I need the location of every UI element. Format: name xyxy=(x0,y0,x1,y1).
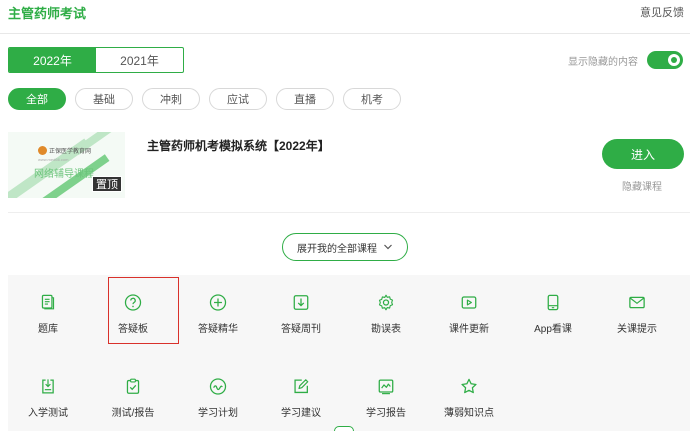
divider xyxy=(8,212,690,213)
tool-app-watch[interactable]: App看课 xyxy=(513,275,593,335)
tab-year-2021[interactable]: 2021年 xyxy=(96,48,183,72)
category-filters: 全部 基础 冲刺 应试 直播 机考 xyxy=(8,88,401,110)
filter-computer-test[interactable]: 机考 xyxy=(343,88,401,110)
expand-courses-button[interactable]: 展开我的全部课程 xyxy=(282,233,408,261)
tool-courseware-update[interactable]: 课件更新 xyxy=(429,275,509,335)
expand-label: 展开我的全部课程 xyxy=(297,243,377,255)
tool-test-report[interactable]: 测试/报告 xyxy=(93,359,173,419)
feedback-link[interactable]: 意见反馈 xyxy=(640,4,684,20)
thumb-text: 网络辅导课程 xyxy=(34,169,94,180)
thumb-logo: 正保医学教育网 xyxy=(38,146,91,155)
play-box-icon xyxy=(461,296,477,309)
tool-question-bank[interactable]: 题库 xyxy=(8,275,88,335)
tool-close-course-notice[interactable]: 关课提示 xyxy=(597,275,677,335)
header: 主管药师考试 意见反馈 xyxy=(0,0,690,34)
report-chart-icon xyxy=(378,379,394,395)
plus-circle-icon xyxy=(209,294,227,311)
filter-all[interactable]: 全部 xyxy=(8,88,66,110)
filter-basic[interactable]: 基础 xyxy=(75,88,133,110)
tool-label: 学习计划 xyxy=(198,408,238,419)
highlight-box xyxy=(108,277,179,344)
tool-label: 学习建议 xyxy=(281,408,321,419)
tool-errata[interactable]: 勘误表 xyxy=(346,275,426,335)
filter-sprint[interactable]: 冲刺 xyxy=(142,88,200,110)
tool-qa-essence[interactable]: 答疑精华 xyxy=(178,275,258,335)
scroll-more-indicator[interactable] xyxy=(334,426,354,431)
show-hidden-toggle[interactable] xyxy=(647,51,683,69)
gear-icon xyxy=(378,294,394,311)
tool-entry-test[interactable]: 入学测试 xyxy=(8,359,88,419)
logo-icon xyxy=(38,146,47,155)
tool-label: 入学测试 xyxy=(28,408,68,419)
tool-label: 题库 xyxy=(38,324,58,335)
tool-label: 测试/报告 xyxy=(111,408,155,419)
year-tabs: 2022年 2021年 xyxy=(8,47,184,73)
filter-exam[interactable]: 应试 xyxy=(209,88,267,110)
thumb-url: www.med66.com xyxy=(38,157,69,162)
tab-year-2022[interactable]: 2022年 xyxy=(9,48,96,72)
tool-study-report[interactable]: 学习报告 xyxy=(346,359,426,419)
page-title: 主管药师考试 xyxy=(8,6,87,21)
wave-circle-icon xyxy=(209,378,227,395)
show-hidden-label: 显示隐藏的内容 xyxy=(568,57,638,68)
tool-label: 薄弱知识点 xyxy=(444,408,494,419)
tool-label: 答疑周刊 xyxy=(281,324,321,335)
enter-button[interactable]: 进入 xyxy=(602,139,684,169)
tool-label: 课件更新 xyxy=(449,324,489,335)
hide-course-link[interactable]: 隐藏课程 xyxy=(622,178,662,193)
tool-label: 关课提示 xyxy=(617,324,657,335)
toggle-knob xyxy=(668,54,680,66)
star-icon xyxy=(461,378,477,394)
tool-label: 勘误表 xyxy=(371,324,401,335)
tool-label: App看课 xyxy=(534,324,572,335)
entry-test-icon xyxy=(42,379,54,394)
tool-qa-weekly[interactable]: 答疑周刊 xyxy=(261,275,341,335)
tool-weak-points[interactable]: 薄弱知识点 xyxy=(429,359,509,419)
filter-live[interactable]: 直播 xyxy=(276,88,334,110)
pinned-badge: 置顶 xyxy=(92,176,122,192)
chevron-down-icon xyxy=(384,244,392,250)
phone-icon xyxy=(547,294,559,311)
download-box-icon xyxy=(293,295,309,310)
tool-label: 学习报告 xyxy=(366,408,406,419)
edit-icon xyxy=(294,379,309,394)
tool-label: 答疑精华 xyxy=(198,324,238,335)
mail-icon xyxy=(629,296,645,309)
tool-study-plan[interactable]: 学习计划 xyxy=(178,359,258,419)
tool-study-advice[interactable]: 学习建议 xyxy=(261,359,341,419)
thumb-logo-text: 正保医学教育网 xyxy=(49,149,92,155)
course-title[interactable]: 主管药师机考模拟系统【2022年】 xyxy=(147,137,330,154)
question-bank-icon xyxy=(41,294,55,310)
clipboard-check-icon xyxy=(126,378,140,394)
